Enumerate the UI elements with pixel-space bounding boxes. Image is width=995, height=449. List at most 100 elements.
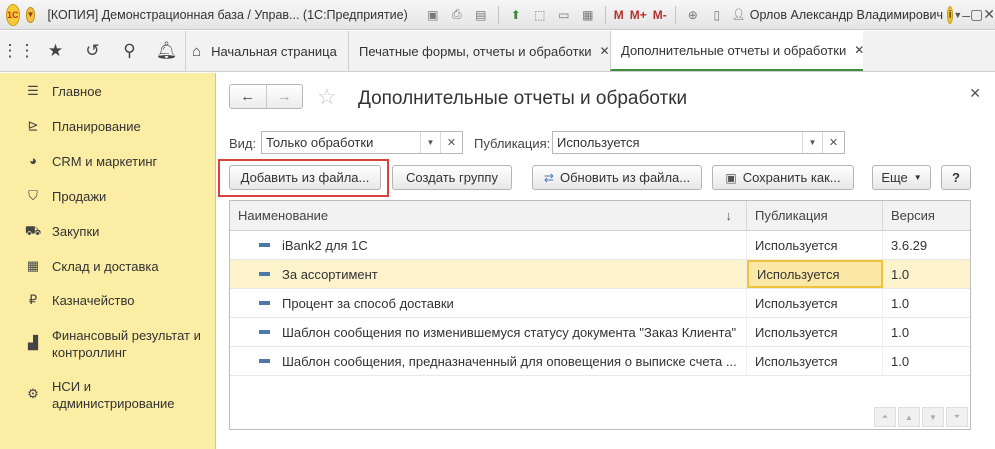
publication-cell-current[interactable]: Используется <box>747 260 883 288</box>
save-icon[interactable]: ▣ <box>424 6 442 24</box>
gear-icon: ⚙ <box>27 386 39 401</box>
sidebar-item-finance[interactable]: ▟ Финансовый результат и контроллинг <box>0 327 220 361</box>
forward-arrow-icon[interactable]: → <box>265 85 303 108</box>
clipboard-icon[interactable]: ▭ <box>555 6 573 24</box>
tab-label: Начальная страница <box>211 43 337 59</box>
table-row-selected[interactable]: За ассортимент Используется 1.0 <box>230 260 970 289</box>
update-icon: ⇄ <box>543 170 554 185</box>
sidebar-item-label: Склад и доставка <box>52 259 159 274</box>
publication-label: Публикация: <box>474 136 551 151</box>
dropdown-arrow-icon[interactable]: ▼ <box>802 132 822 153</box>
button-label: Создать группу <box>406 170 498 185</box>
close-tab-icon[interactable]: ✕ <box>854 43 864 57</box>
publication-cell: Используется <box>747 347 883 375</box>
sidebar-item-crm[interactable]: ◕ CRM и маркетинг <box>0 153 165 170</box>
help-button[interactable]: ? <box>941 165 971 190</box>
column-header-publication[interactable]: Публикация <box>747 201 883 230</box>
history-icon[interactable]: ↺ <box>74 31 111 71</box>
window-title: [КОПИЯ] Демонстрационная база / Управ...… <box>47 7 408 22</box>
print-icon[interactable]: ⎙ <box>448 6 466 24</box>
1c-logo-icon[interactable]: 1С <box>6 3 20 26</box>
attach-icon[interactable]: ⬆ <box>507 6 525 24</box>
link-icon[interactable]: ⬚ <box>531 6 549 24</box>
main-menu-dropdown-icon[interactable]: ▼ <box>25 6 36 23</box>
publication-value: Используется <box>557 135 640 150</box>
preview-icon[interactable]: ▤ <box>472 6 490 24</box>
sidebar-item-treasury[interactable]: ₽ Казначейство <box>0 292 142 309</box>
scroll-bottom-icon[interactable]: ⏷ <box>946 407 968 427</box>
panel-icon[interactable]: ▯ <box>708 6 726 24</box>
sidebar-item-label: CRM и маркетинг <box>52 154 158 169</box>
close-tab-icon[interactable]: ✕ <box>600 44 610 58</box>
table-row[interactable]: iBank2 для 1С Используется 3.6.29 <box>230 231 970 260</box>
notifications-bell-icon[interactable]: 🔔︎ <box>148 31 185 71</box>
scroll-top-icon[interactable]: ⏶ <box>874 407 896 427</box>
reports-table[interactable]: Наименование ↓ Публикация Версия iBank2 … <box>229 200 971 430</box>
item-icon <box>259 272 270 276</box>
ruble-icon: ₽ <box>28 292 38 307</box>
publication-cell: Используется <box>747 318 883 346</box>
close-form-icon[interactable]: ✕ <box>969 85 981 102</box>
tab-home[interactable]: ⌂ Начальная страница <box>185 31 348 71</box>
vid-field[interactable]: Только обработки ▼ ✕ <box>261 131 463 154</box>
minimize-icon[interactable]: – <box>962 6 970 24</box>
truck-icon: ⛟ <box>24 223 42 238</box>
create-group-button[interactable]: Создать группу <box>392 165 512 190</box>
clear-icon[interactable]: ✕ <box>822 132 844 153</box>
sidebar-item-label: Закупки <box>52 224 100 239</box>
apps-grid-icon[interactable]: ⋮⋮ <box>0 31 37 71</box>
close-window-icon[interactable]: ✕ <box>983 6 995 24</box>
version-cell: 1.0 <box>891 295 910 311</box>
column-header-version[interactable]: Версия <box>883 201 970 230</box>
version-cell: 3.6.29 <box>891 237 928 253</box>
favorite-star-icon[interactable]: ☆ <box>317 84 337 110</box>
sidebar-item-planning[interactable]: ⊵ Планирование <box>0 118 149 135</box>
more-button[interactable]: Еще ▼ <box>872 165 931 190</box>
sidebar-item-label: Главное <box>52 84 102 99</box>
publication-field[interactable]: Используется ▼ ✕ <box>552 131 845 154</box>
tab-print-forms[interactable]: Печатные формы, отчеты и обработки ✕ <box>348 31 610 71</box>
version-cell: 1.0 <box>891 353 910 369</box>
planning-icon: ⊵ <box>27 118 39 133</box>
scroll-down-icon[interactable]: ▼ <box>922 407 944 427</box>
zoom-icon[interactable]: ⊕ <box>684 6 702 24</box>
toolbar-separator <box>674 5 676 24</box>
publication-cell: Используется <box>747 231 883 259</box>
navigation-buttons: ← → <box>229 84 303 109</box>
table-row[interactable]: Процент за способ доставки Используется … <box>230 289 970 318</box>
info-dropdown-icon[interactable]: ▼ <box>953 6 962 24</box>
search-icon[interactable]: ⚲ <box>111 31 148 71</box>
sidebar-item-main[interactable]: ☰ Главное <box>0 83 110 100</box>
sidebar-item-admin[interactable]: ⚙ НСИ и администрирование <box>0 378 190 412</box>
dropdown-arrow-icon[interactable]: ▼ <box>420 132 440 153</box>
item-icon <box>259 359 270 363</box>
memory-m-button[interactable]: M <box>614 8 624 22</box>
sidebar-item-purchases[interactable]: ⛟ Закупки <box>0 223 107 241</box>
favorites-star-icon[interactable]: ★ <box>37 31 74 71</box>
current-user[interactable]: 👤︎ Орлов Александр Владимирович <box>732 8 943 22</box>
clear-icon[interactable]: ✕ <box>440 132 462 153</box>
button-label: Еще <box>881 170 908 185</box>
memory-mminus-button[interactable]: M- <box>653 8 667 22</box>
item-icon <box>259 301 270 305</box>
calendar-icon[interactable]: ▦ <box>579 6 597 24</box>
back-arrow-icon[interactable]: ← <box>230 85 266 108</box>
maximize-icon[interactable]: ▢ <box>970 6 983 24</box>
update-from-file-button[interactable]: ⇄ Обновить из файла... <box>532 165 702 190</box>
sidebar-item-sales[interactable]: ⛉ Продажи <box>0 188 114 205</box>
scroll-up-icon[interactable]: ▲ <box>898 407 920 427</box>
sidebar-item-warehouse[interactable]: ▦ Склад и доставка <box>0 258 167 275</box>
table-row[interactable]: Шаблон сообщения, предназначенный для оп… <box>230 347 970 376</box>
cell-text: Шаблон сообщения по изменившемуся статус… <box>282 324 737 340</box>
column-label: Наименование <box>238 208 329 223</box>
memory-mplus-button[interactable]: M+ <box>630 8 647 22</box>
tab-additional-reports[interactable]: Дополнительные отчеты и обработки ✕ <box>610 31 864 71</box>
save-as-button[interactable]: ▣ Сохранить как... <box>712 165 854 190</box>
main-form: ← → ☆ Дополнительные отчеты и обработки … <box>217 73 995 449</box>
column-header-name[interactable]: Наименование ↓ <box>230 201 747 230</box>
version-cell: 1.0 <box>891 324 910 340</box>
toolbar-separator <box>497 5 499 24</box>
toolbar-separator <box>604 5 606 24</box>
sidebar-item-label: НСИ и администрирование <box>52 379 175 411</box>
table-row[interactable]: Шаблон сообщения по изменившемуся статус… <box>230 318 970 347</box>
